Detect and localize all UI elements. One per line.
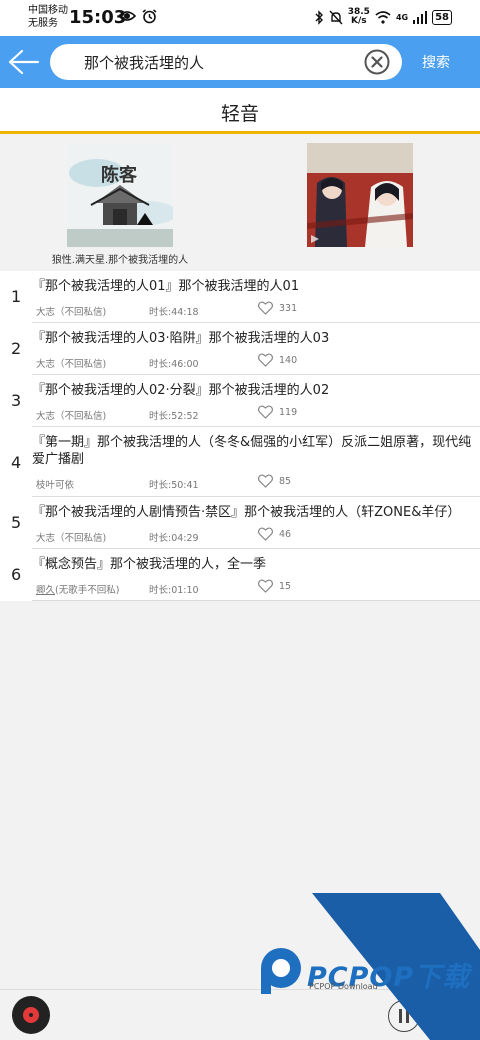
track-author[interactable]: 大志（不回私信) <box>36 304 106 318</box>
search-button[interactable]: 搜索 <box>422 52 450 72</box>
track-author-note: (无歌手不回私) <box>55 585 120 596</box>
track-item[interactable]: 4 『第一期』那个被我活埋的人（冬冬&倔强的小红军）反派二姐原著，现代纯爱广播剧… <box>11 427 480 497</box>
track-duration: 时长:44:18 <box>149 307 199 318</box>
heart-icon <box>258 405 273 419</box>
track-author[interactable]: 枝叶可依 <box>36 477 74 491</box>
heart-icon <box>258 579 273 593</box>
like-count: 140 <box>279 354 298 366</box>
track-author-name[interactable]: 卿久 <box>36 585 55 596</box>
track-index: 4 <box>11 453 22 472</box>
track-index: 3 <box>11 391 22 410</box>
back-arrow-icon <box>8 49 40 75</box>
like-count: 331 <box>279 302 298 314</box>
vinyl-disc-icon[interactable] <box>12 996 50 1034</box>
track-item[interactable]: 2 『那个被我活埋的人03·陷阱』那个被我活埋的人03 大志（不回私信) 时长:… <box>11 323 480 375</box>
heart-icon <box>258 527 273 541</box>
network-speed-unit: K/s <box>351 16 367 26</box>
pause-bar-left <box>399 1009 402 1023</box>
track-meta: 大志（不回私信) 时长:52:52 119 <box>32 405 480 425</box>
like-button[interactable]: 331 <box>258 301 297 315</box>
track-duration: 时长:01:10 <box>149 585 199 596</box>
album-cover-2[interactable] <box>307 143 413 247</box>
mute-icon <box>329 10 343 24</box>
like-button[interactable]: 15 <box>258 579 291 593</box>
bluetooth-icon <box>315 9 323 25</box>
carrier-info: 中国移动 无服务 <box>28 4 68 30</box>
network-speed: 38.5 K/s <box>348 8 370 26</box>
like-count: 119 <box>279 406 298 418</box>
track-author[interactable]: 卿久(无歌手不回私) <box>36 582 119 596</box>
like-count: 15 <box>279 580 292 592</box>
track-item[interactable]: 6 『概念预告』那个被我活埋的人，全一季 卿久(无歌手不回私) 时长:01:10… <box>11 549 480 601</box>
status-bar: 中国移动 无服务 15:03 38.5 K/s 4G 58 <box>0 0 480 36</box>
album-cover-art-2 <box>307 143 413 247</box>
track-title: 『那个被我活埋的人02·分裂』那个被我活埋的人02 <box>32 383 330 398</box>
track-title: 『那个被我活埋的人剧情预告·禁区』那个被我活埋的人（轩ZONE&羊仔） <box>32 505 461 520</box>
heart-icon <box>258 301 273 315</box>
track-author[interactable]: 大志（不回私信) <box>36 530 106 544</box>
signal-type-label: 4G <box>395 12 409 22</box>
track-title: 『那个被我活埋的人01』那个被我活埋的人01 <box>32 279 300 294</box>
section-header: 轻音 <box>0 88 480 134</box>
section-title: 轻音 <box>220 103 259 125</box>
search-query-text[interactable]: 那个被我活埋的人 <box>84 52 204 73</box>
watermark-subtitle: PCPOP Download <box>309 982 378 991</box>
pause-bar-right <box>406 1009 409 1023</box>
search-input[interactable]: 那个被我活埋的人 <box>50 44 402 80</box>
player-bar <box>0 989 480 1040</box>
eye-icon <box>118 11 136 21</box>
track-meta: 卿久(无歌手不回私) 时长:01:10 15 <box>32 579 480 599</box>
track-title: 『概念预告』那个被我活埋的人，全一季 <box>32 557 267 572</box>
like-count: 85 <box>279 475 292 487</box>
album-row: 陈客 狼性.满天星.那个被我活埋的人 <box>0 137 480 271</box>
like-count: 46 <box>279 528 292 540</box>
heart-icon <box>258 474 273 488</box>
track-meta: 大志（不回私信) 时长:44:18 331 <box>32 301 480 321</box>
track-meta: 大志（不回私信) 时长:46:00 140 <box>32 353 480 373</box>
album-cover-art-1 <box>67 143 173 247</box>
track-index: 5 <box>11 513 22 532</box>
album-cover-1[interactable]: 陈客 <box>67 143 173 247</box>
like-button[interactable]: 85 <box>258 474 291 488</box>
heart-icon <box>258 353 273 367</box>
track-duration: 时长:52:52 <box>149 411 199 422</box>
search-header: 那个被我活埋的人 搜索 <box>0 36 480 88</box>
like-button[interactable]: 46 <box>258 527 291 541</box>
carrier-name: 中国移动 <box>28 5 68 16</box>
track-index: 2 <box>11 339 22 358</box>
battery-indicator: 58 <box>432 9 452 25</box>
track-list: 1 『那个被我活埋的人01』那个被我活埋的人01 大志（不回私信) 时长:44:… <box>0 271 480 601</box>
carrier-status: 无服务 <box>28 18 58 29</box>
track-index: 1 <box>11 287 22 306</box>
track-author[interactable]: 大志（不回私信) <box>36 408 106 422</box>
track-duration: 时长:04:29 <box>149 533 199 544</box>
album-cover-title: 陈客 <box>101 165 137 186</box>
track-item[interactable]: 5 『那个被我活埋的人剧情预告·禁区』那个被我活埋的人（轩ZONE&羊仔） 大志… <box>11 497 480 549</box>
track-duration: 时长:46:00 <box>149 359 199 370</box>
track-meta: 枝叶可依 时长:50:41 85 <box>32 474 480 494</box>
status-right-icons: 38.5 K/s 4G 58 <box>314 8 452 26</box>
pause-button[interactable] <box>388 1000 420 1032</box>
track-author[interactable]: 大志（不回私信) <box>36 356 106 370</box>
track-duration: 时长:50:41 <box>149 480 199 491</box>
album-caption-1[interactable]: 狼性.满天星.那个被我活埋的人 <box>0 251 240 266</box>
track-item[interactable]: 1 『那个被我活埋的人01』那个被我活埋的人01 大志（不回私信) 时长:44:… <box>11 271 480 323</box>
track-meta: 大志（不回私信) 时长:04:29 46 <box>32 527 480 547</box>
clear-search-icon[interactable] <box>364 49 390 75</box>
track-title: 『那个被我活埋的人03·陷阱』那个被我活埋的人03 <box>32 331 330 346</box>
alarm-icon <box>142 9 157 24</box>
disc-hole <box>29 1013 33 1017</box>
like-button[interactable]: 140 <box>258 353 297 367</box>
signal-icon <box>413 10 428 24</box>
track-title: 『第一期』那个被我活埋的人（冬冬&倔强的小红军）反派二姐原著，现代纯爱广播剧 <box>32 435 472 467</box>
track-item[interactable]: 3 『那个被我活埋的人02·分裂』那个被我活埋的人02 大志（不回私信) 时长:… <box>11 375 480 427</box>
track-index: 6 <box>11 565 22 584</box>
wifi-icon <box>375 10 391 24</box>
like-button[interactable]: 119 <box>258 405 297 419</box>
back-button[interactable] <box>6 44 42 80</box>
status-left-icons <box>118 9 157 24</box>
